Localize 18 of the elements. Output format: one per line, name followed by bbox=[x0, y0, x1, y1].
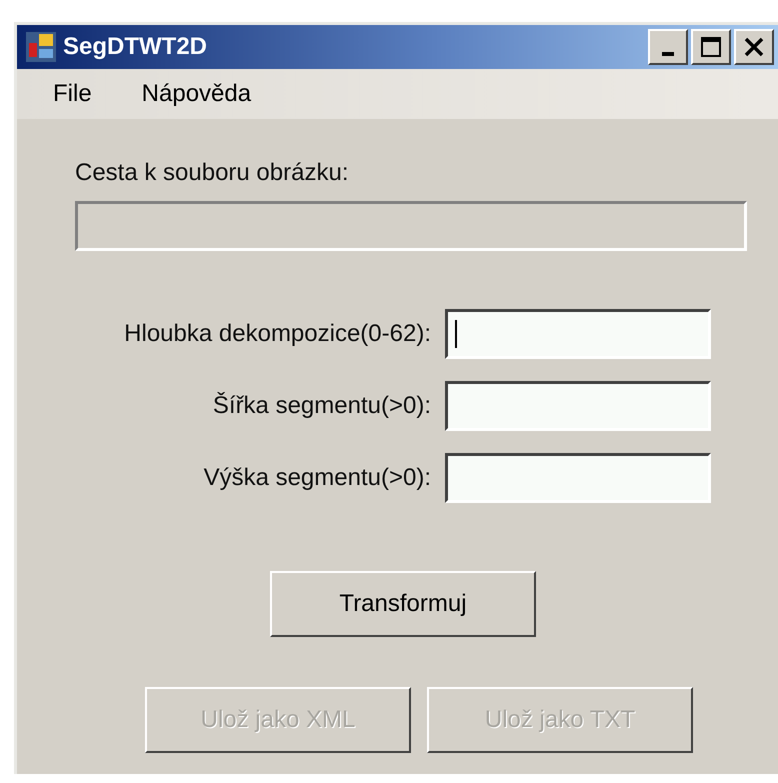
transform-button[interactable]: Transformuj bbox=[270, 571, 536, 637]
field-label: Výška segmentu(>0): bbox=[202, 463, 432, 493]
maximize-button[interactable] bbox=[691, 29, 731, 65]
close-button[interactable] bbox=[734, 29, 774, 65]
close-icon bbox=[744, 37, 764, 57]
app-icon bbox=[25, 31, 57, 63]
field-label: Cesta k souboru obrázku: bbox=[75, 158, 350, 188]
minimize-icon bbox=[662, 52, 674, 56]
menu-item[interactable]: File bbox=[53, 76, 92, 112]
minimize-button[interactable] bbox=[648, 29, 688, 65]
field-label: Hloubka dekompozice(0-62): bbox=[123, 319, 432, 349]
menu-item[interactable]: Nápověda bbox=[142, 76, 252, 112]
field-label: Šířka segmentu(>0): bbox=[212, 391, 432, 421]
input-field[interactable] bbox=[445, 381, 711, 431]
input-field[interactable] bbox=[445, 453, 711, 503]
input-field[interactable] bbox=[445, 309, 711, 359]
maximize-icon bbox=[700, 36, 722, 58]
window-title: SegDTWT2D bbox=[63, 32, 208, 62]
